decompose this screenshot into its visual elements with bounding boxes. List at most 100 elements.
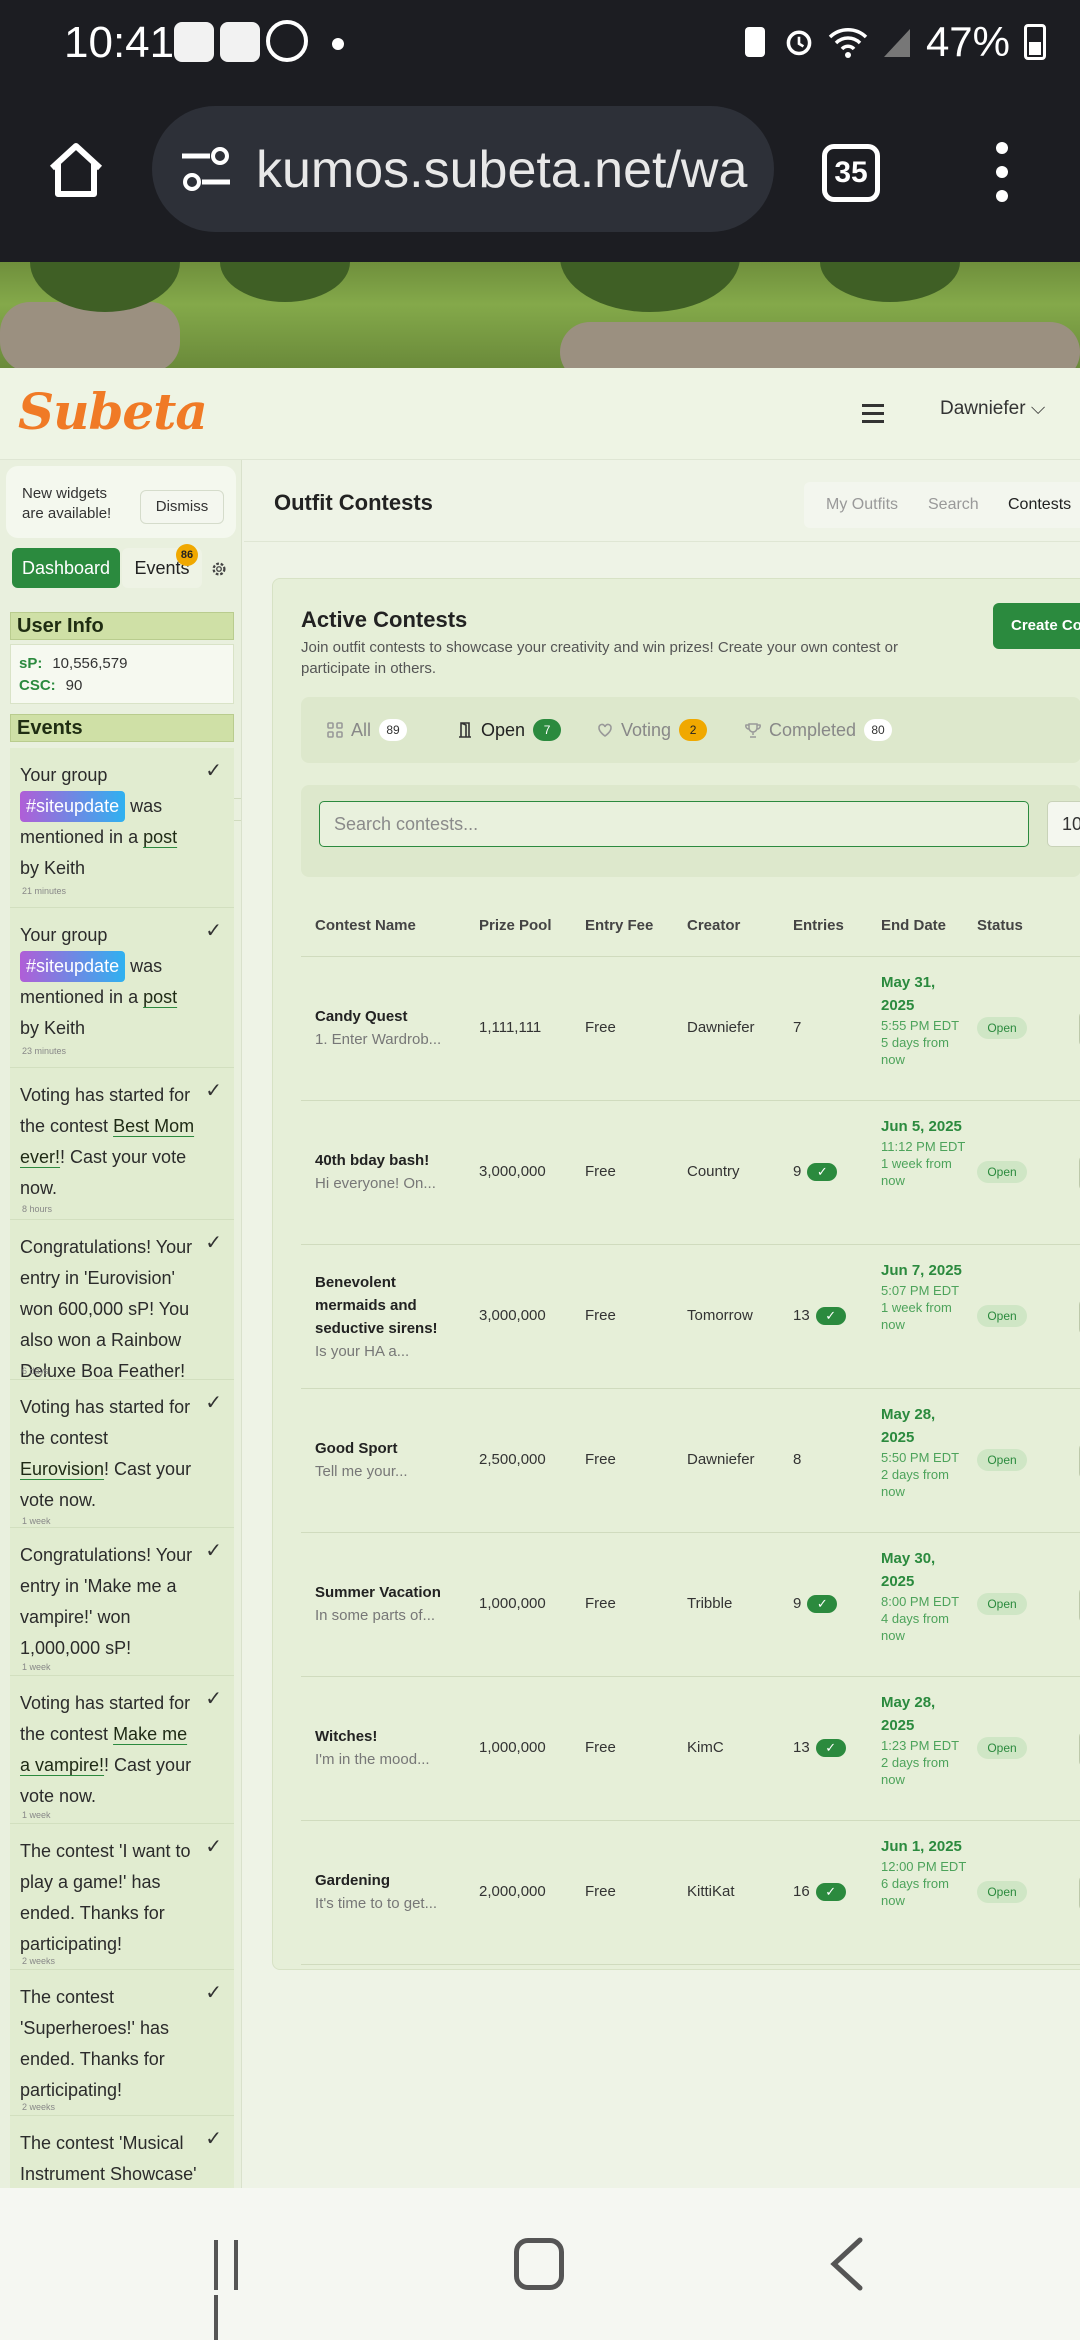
tab-switcher-button[interactable]: 35 bbox=[822, 144, 880, 202]
event-time: 1 week bbox=[22, 1810, 51, 1820]
col-entries[interactable]: Entries bbox=[793, 917, 844, 934]
col-prize-pool[interactable]: Prize Pool bbox=[479, 917, 552, 934]
post-link[interactable]: post bbox=[143, 987, 177, 1007]
contest-name[interactable]: Good Sport Tell me your... bbox=[315, 1437, 445, 1483]
mark-read-icon[interactable]: ✓ bbox=[205, 1980, 222, 2005]
create-contest-button[interactable]: Create Co bbox=[993, 603, 1080, 649]
col-end-date[interactable]: End Date bbox=[881, 917, 946, 934]
search-area: 10 bbox=[301, 785, 1080, 877]
sp-label: sP: bbox=[19, 655, 43, 672]
recents-button[interactable] bbox=[214, 2240, 264, 2340]
filter-tabs: All 89 Open 7 Voting 2 Completed 80 bbox=[301, 697, 1080, 763]
creator[interactable]: Dawniefer bbox=[687, 1019, 755, 1036]
filter-all[interactable]: All 89 bbox=[327, 719, 408, 741]
user-menu[interactable]: Dawniefer ⌵ bbox=[940, 398, 1045, 420]
table-row[interactable]: Good Sport Tell me your... 2,500,000 Free Da… bbox=[301, 1389, 1080, 1533]
creator[interactable]: Country bbox=[687, 1163, 740, 1180]
filter-count: 7 bbox=[533, 719, 562, 741]
filter-completed[interactable]: Completed 80 bbox=[745, 719, 893, 741]
mark-read-icon[interactable]: ✓ bbox=[205, 1390, 222, 1415]
end-date: Jun 1, 2025 12:00 PM EDT 6 days from now bbox=[881, 1838, 967, 1908]
table-row[interactable]: Candy Quest 1. Enter Wardrob... 1,111,111 F… bbox=[301, 957, 1080, 1101]
mark-read-icon[interactable]: ✓ bbox=[205, 1230, 222, 1255]
col-status[interactable]: Status bbox=[977, 917, 1023, 934]
heart-icon bbox=[598, 723, 612, 737]
contest-name[interactable]: 40th bday bash! Hi everyone! On... bbox=[315, 1149, 445, 1195]
trophy-icon bbox=[745, 723, 761, 738]
contest-name[interactable]: Benevolent mermaids and seductive sirens… bbox=[315, 1271, 445, 1363]
group-tag[interactable]: #siteupdate bbox=[20, 791, 126, 822]
contest-name[interactable]: Witches! I'm in the mood... bbox=[315, 1725, 445, 1771]
mark-read-icon[interactable]: ✓ bbox=[205, 1078, 222, 1103]
event-time: 23 minutes bbox=[22, 1046, 67, 1056]
menu-icon[interactable] bbox=[862, 404, 884, 423]
creator[interactable]: Dawniefer bbox=[687, 1451, 755, 1468]
subnav-contests[interactable]: Contests bbox=[1008, 496, 1071, 514]
contest-description: 1. Enter Wardrob... bbox=[315, 1031, 442, 1048]
table-row[interactable]: Summer Vacation In some parts of... 1,000,… bbox=[301, 1533, 1080, 1677]
entry-fee: Free bbox=[585, 1595, 616, 1612]
table-row[interactable]: Gardening It's time to to get... 2,000,000… bbox=[301, 1821, 1080, 1965]
home-icon[interactable] bbox=[44, 138, 108, 202]
mark-read-icon[interactable]: ✓ bbox=[205, 1834, 222, 1859]
dismiss-button[interactable]: Dismiss bbox=[140, 490, 224, 524]
creator[interactable]: Tribble bbox=[687, 1595, 732, 1612]
gear-icon[interactable] bbox=[210, 560, 228, 578]
site-settings-icon[interactable] bbox=[180, 146, 232, 192]
table-row[interactable]: Witches! I'm in the mood... 1,000,000 Free K… bbox=[301, 1677, 1080, 1821]
mark-read-icon[interactable]: ✓ bbox=[205, 758, 222, 783]
status-badge: Open bbox=[977, 1017, 1027, 1039]
grid-icon bbox=[327, 722, 343, 738]
subnav-search[interactable]: Search bbox=[928, 496, 979, 514]
address-bar[interactable]: kumos.subeta.net/wa bbox=[152, 106, 774, 232]
mark-read-icon[interactable]: ✓ bbox=[205, 918, 222, 943]
notification-app-icon bbox=[220, 22, 260, 62]
notification-dot-icon bbox=[332, 38, 344, 50]
creator[interactable]: KimC bbox=[687, 1739, 724, 1756]
contest-name[interactable]: Gardening It's time to to get... bbox=[315, 1869, 445, 1915]
csc-value: 90 bbox=[65, 677, 83, 694]
prize-pool: 3,000,000 bbox=[479, 1163, 546, 1180]
mark-read-icon[interactable]: ✓ bbox=[205, 1538, 222, 1563]
filter-count: 89 bbox=[379, 719, 408, 741]
prize-pool: 3,000,000 bbox=[479, 1307, 546, 1324]
entries: 7 bbox=[793, 1019, 802, 1036]
event-time: 6 days bbox=[22, 1366, 49, 1376]
username: Dawniefer bbox=[940, 398, 1026, 419]
event-item: Voting has started for the contest Best … bbox=[10, 1068, 234, 1220]
mark-read-icon[interactable]: ✓ bbox=[205, 2126, 222, 2151]
col-creator[interactable]: Creator bbox=[687, 917, 740, 934]
subnav-my-outfits[interactable]: My Outfits bbox=[826, 496, 898, 514]
mark-read-icon[interactable]: ✓ bbox=[205, 1686, 222, 1711]
filter-open[interactable]: Open 7 bbox=[457, 719, 562, 741]
contest-name[interactable]: Summer Vacation In some parts of... bbox=[315, 1581, 445, 1627]
wifi-icon bbox=[828, 28, 868, 58]
filter-voting[interactable]: Voting 2 bbox=[597, 719, 708, 741]
group-tag[interactable]: #siteupdate bbox=[20, 951, 126, 982]
creator[interactable]: Tomorrow bbox=[687, 1307, 753, 1324]
col-entry-fee[interactable]: Entry Fee bbox=[585, 917, 653, 934]
table-row[interactable]: 40th bday bash! Hi everyone! On... 3,000,0… bbox=[301, 1101, 1080, 1245]
entry-fee: Free bbox=[585, 1739, 616, 1756]
outfit-subnav: My Outfits Search Contests bbox=[804, 482, 1080, 528]
page-header: Outfit Contests My Outfits Search Contes… bbox=[244, 460, 1080, 542]
browser-menu-icon[interactable] bbox=[996, 142, 1010, 202]
search-input[interactable] bbox=[319, 801, 1029, 847]
contest-name[interactable]: Candy Quest 1. Enter Wardrob... bbox=[315, 1005, 445, 1051]
site-logo[interactable]: Subeta bbox=[18, 382, 208, 441]
event-time: 2 weeks bbox=[22, 2102, 56, 2112]
creator[interactable]: KittiKat bbox=[687, 1883, 735, 1900]
post-link[interactable]: post bbox=[143, 827, 177, 847]
col-contest-name[interactable]: Contest Name bbox=[315, 917, 416, 934]
back-icon[interactable] bbox=[820, 2234, 880, 2294]
home-button[interactable] bbox=[514, 2238, 564, 2290]
per-page-select[interactable]: 10 bbox=[1047, 801, 1080, 847]
status-badge: Open bbox=[977, 1305, 1027, 1327]
table-row[interactable]: Benevolent mermaids and seductive sirens… bbox=[301, 1245, 1080, 1389]
prize-pool: 1,000,000 bbox=[479, 1739, 546, 1756]
card-title: Active Contests bbox=[301, 607, 468, 632]
dashboard-tab[interactable]: Dashboard bbox=[12, 548, 120, 588]
signal-icon bbox=[883, 29, 910, 57]
contest-link[interactable]: Eurovision bbox=[20, 1459, 104, 1479]
event-time: 8 hours bbox=[22, 1204, 53, 1214]
